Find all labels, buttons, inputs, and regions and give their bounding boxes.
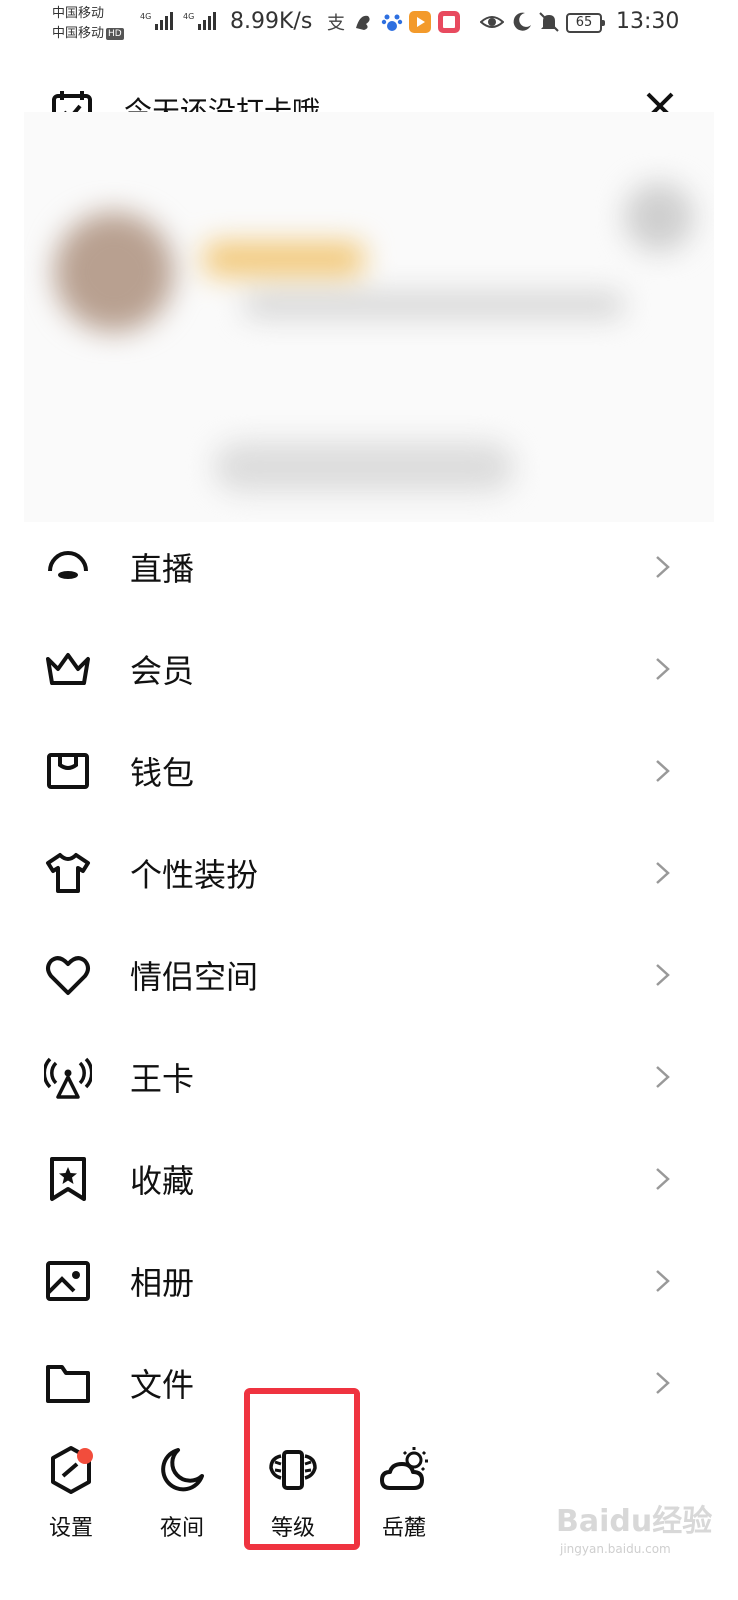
menu-item-theme[interactable]: 个性装扮 — [0, 822, 738, 924]
menu-label: 个性装扮 — [130, 856, 259, 894]
chevron-right-icon — [656, 964, 670, 986]
chevron-right-icon — [656, 862, 670, 884]
wallet-icon — [47, 753, 89, 789]
weather-label: 岳麓 — [381, 1516, 426, 1541]
status-bar: 中国移动 中国移动 HD 4G 4G 8.99K/s 支 65 13:30 — [0, 0, 738, 50]
hd-badge: HD — [106, 27, 124, 40]
profile-header-blurred — [24, 112, 714, 522]
chevron-right-icon — [656, 1372, 670, 1394]
svg-text:支: 支 — [327, 13, 345, 34]
settings-label: 设置 — [48, 1516, 93, 1541]
menu-item-favorites[interactable]: 收藏 — [0, 1128, 738, 1230]
chevron-right-icon — [656, 1066, 670, 1088]
chevron-right-icon — [656, 556, 670, 578]
menu-label: 会员 — [130, 652, 195, 690]
carrier-info: 中国移动 中国移动 HD — [52, 4, 124, 44]
highlight-box — [244, 1388, 360, 1550]
menu-label: 文件 — [130, 1366, 195, 1404]
app-icon — [356, 15, 370, 30]
moon-icon — [161, 1448, 204, 1492]
battery-indicator: 65 — [566, 13, 605, 33]
chevron-right-icon — [656, 760, 670, 782]
menu-label: 情侣空间 — [130, 958, 259, 996]
network-speed: 8.99K/s — [230, 9, 313, 34]
clock: 13:30 — [616, 9, 680, 34]
menu-label: 钱包 — [130, 754, 195, 792]
menu-list: 直播 会员 钱包 个性装扮 情侣空间 王卡 收藏 相册 文件 — [0, 516, 738, 1434]
menu-item-wangka[interactable]: 王卡 — [0, 1026, 738, 1128]
notification-dot — [77, 1448, 93, 1464]
chevron-right-icon — [656, 1168, 670, 1190]
crown-icon — [46, 653, 90, 685]
signal-icon: 4G — [183, 12, 217, 30]
bookmark-star-icon — [50, 1157, 86, 1201]
night-mode-button[interactable]: 夜间 — [142, 1444, 222, 1542]
menu-item-album[interactable]: 相册 — [0, 1230, 738, 1332]
moon-icon — [513, 12, 531, 31]
watermark: Baidu经验 — [556, 1504, 713, 1539]
menu-label: 相册 — [130, 1264, 195, 1302]
menu-label: 收藏 — [130, 1162, 195, 1200]
heart-icon — [46, 956, 90, 995]
tshirt-icon — [46, 853, 90, 893]
menu-item-wallet[interactable]: 钱包 — [0, 720, 738, 822]
alipay-icon: 支 — [327, 13, 345, 34]
menu-item-couple-space[interactable]: 情侣空间 — [0, 924, 738, 1026]
weather-cloud-sun-icon — [380, 1447, 428, 1490]
bell-off-icon — [539, 12, 559, 32]
folder-icon — [46, 1365, 90, 1403]
book-app-icon — [438, 11, 460, 33]
menu-label: 直播 — [130, 550, 195, 588]
menu-label: 王卡 — [130, 1060, 195, 1098]
antenna-icon — [44, 1057, 92, 1099]
eye-icon — [480, 16, 504, 28]
watermark-url: jingyan.baidu.com — [560, 1542, 671, 1556]
menu-item-files[interactable]: 文件 — [0, 1332, 738, 1434]
carrier-2: 中国移动 — [52, 26, 105, 41]
signal-icon: 4G — [140, 12, 174, 30]
night-mode-label: 夜间 — [159, 1516, 204, 1541]
menu-item-vip[interactable]: 会员 — [0, 618, 738, 720]
carrier-1: 中国移动 — [52, 6, 105, 21]
chevron-right-icon — [656, 658, 670, 680]
chevron-right-icon — [656, 1270, 670, 1292]
video-app-icon — [409, 11, 431, 33]
baidu-paw-icon — [381, 14, 403, 31]
settings-button[interactable]: 设置 — [31, 1444, 111, 1542]
menu-item-live[interactable]: 直播 — [0, 516, 738, 618]
photo-icon — [46, 1261, 90, 1301]
weather-button[interactable]: 岳麓 — [364, 1444, 444, 1542]
live-icon — [48, 551, 88, 579]
